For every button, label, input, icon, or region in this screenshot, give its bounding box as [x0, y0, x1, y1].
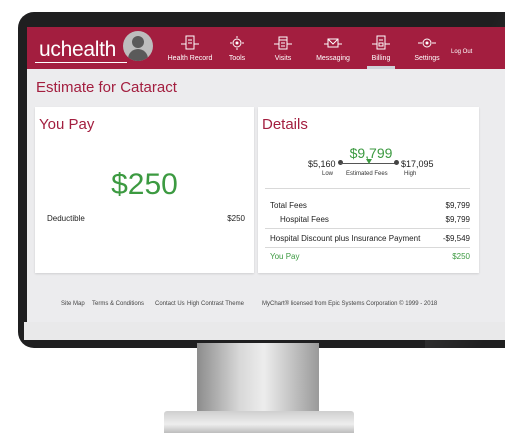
footer-copyright: MyChart® licensed from Epic Systems Corp… — [262, 301, 438, 307]
you-pay-summary-label: You Pay — [270, 252, 300, 261]
logout-link[interactable]: Log Out — [451, 49, 472, 55]
details-card: Details $9,799 $5,160 $17,095 Low Estima… — [258, 107, 479, 273]
footer-terms[interactable]: Terms & Conditions — [92, 301, 144, 307]
calendar-icon — [274, 36, 292, 50]
total-fees-value: $9,799 — [445, 201, 470, 210]
active-tab-indicator — [367, 66, 395, 69]
nav-label: Settings — [414, 55, 440, 62]
monitor-chin — [24, 322, 505, 340]
top-navigation: uchealth Health Record Tools Visits Mess… — [27, 27, 505, 69]
high-amount: $17,095 — [401, 159, 434, 169]
screen: uchealth Health Record Tools Visits Mess… — [27, 27, 505, 322]
envelope-icon — [324, 38, 342, 48]
logo-underline — [35, 62, 127, 63]
health-record-icon — [181, 35, 199, 50]
you-pay-summary-value: $250 — [452, 252, 470, 261]
billing-icon — [372, 35, 390, 50]
high-marker — [394, 160, 399, 165]
estimate-marker — [366, 159, 372, 164]
footer-high-contrast[interactable]: High Contrast Theme — [187, 301, 244, 307]
low-amount: $5,160 — [308, 159, 336, 169]
avatar[interactable] — [123, 31, 153, 61]
gear-icon — [418, 38, 436, 48]
divider — [265, 188, 470, 189]
high-label: High — [404, 171, 417, 177]
nav-label: Visits — [274, 55, 292, 62]
avatar-body — [128, 49, 148, 61]
nav-label: Messaging — [316, 55, 350, 62]
nav-label: Billing — [371, 55, 391, 62]
discount-value: -$9,549 — [442, 234, 470, 243]
nav-health-record[interactable]: Health Record — [160, 27, 220, 69]
deductible-label: Deductible — [47, 214, 85, 223]
you-pay-card: You Pay $250 Deductible $250 — [35, 107, 254, 273]
page-title: Estimate for Cataract — [36, 79, 177, 96]
avatar-head — [132, 36, 144, 48]
footer-contact[interactable]: Contact Us — [155, 301, 185, 307]
nav-messaging[interactable]: Messaging — [309, 27, 357, 69]
divider — [265, 247, 470, 248]
total-fees-label: Total Fees — [270, 201, 307, 210]
uchealth-logo[interactable]: uchealth — [39, 38, 116, 62]
nav-billing[interactable]: Billing — [361, 27, 401, 69]
nav-label: Health Record — [167, 55, 213, 62]
low-label: Low — [322, 171, 334, 177]
deductible-value: $250 — [227, 214, 245, 223]
nav-tools[interactable]: Tools — [219, 27, 255, 69]
you-pay-title: You Pay — [39, 116, 95, 133]
monitor-stand-base — [164, 411, 354, 433]
estimated-fees-label: Estimated Fees — [346, 171, 388, 177]
hospital-fees-value: $9,799 — [445, 215, 470, 224]
tools-icon — [230, 36, 244, 50]
hospital-fees-label: Hospital Fees — [280, 215, 329, 224]
discount-label: Hospital Discount plus Insurance Payment — [270, 234, 421, 243]
you-pay-amount: $250 — [111, 168, 178, 201]
nav-label: Tools — [228, 55, 246, 62]
footer-site-map[interactable]: Site Map — [61, 301, 85, 307]
nav-visits[interactable]: Visits — [265, 27, 301, 69]
monitor-stand-neck — [197, 343, 319, 419]
nav-settings[interactable]: Settings — [407, 27, 447, 69]
divider — [265, 228, 470, 229]
details-title: Details — [262, 116, 308, 133]
